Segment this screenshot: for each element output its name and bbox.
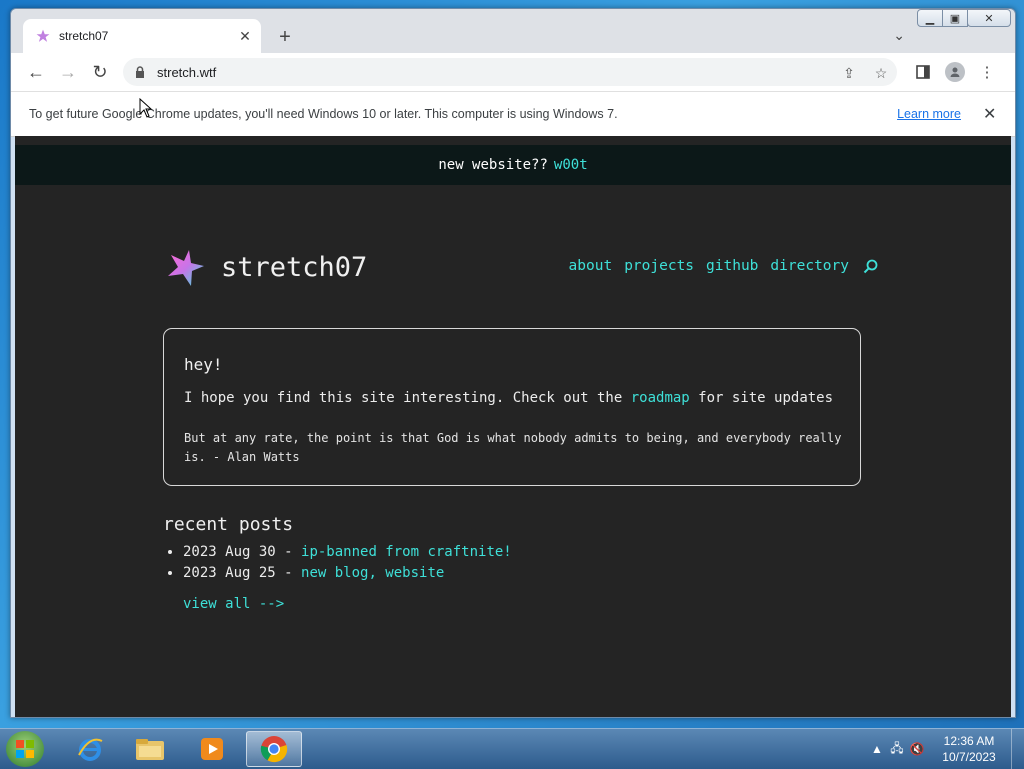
recent-posts-list: 2023 Aug 30 - ip-banned from craftnite! … [165,542,512,584]
star-logo-icon[interactable] [165,248,205,288]
share-icon[interactable]: ⇪ [833,64,865,82]
profile-avatar[interactable] [945,62,965,82]
nav-projects-link[interactable]: projects [624,258,694,274]
new-tab-button[interactable]: + [273,25,297,49]
nav-github-link[interactable]: github [706,258,758,274]
intro-text-before: I hope you find this site interesting. C… [184,390,631,406]
infobar-close-icon[interactable]: ✕ [983,104,999,124]
address-bar[interactable]: stretch.wtf ⇪ ☆ [123,58,897,86]
browser-window: stretch07 ✕ + ⌄ ▁ ▣ ✕ ← → ↻ stretch.wtf … [10,8,1016,718]
list-item: 2023 Aug 30 - ip-banned from craftnite! [183,542,512,563]
window-controls: ▁ ▣ ✕ [917,9,1011,27]
nav-directory-link[interactable]: directory [770,258,849,274]
post-link[interactable]: ip-banned from craftnite! [301,544,512,560]
person-icon [945,62,965,82]
star-favicon-icon [35,28,51,44]
post-date: 2023 Aug 30 [183,544,276,560]
intro-card: hey! I hope you find this site interesti… [163,328,861,486]
lock-icon [135,65,149,79]
web-page: new website?? w00t stretch07 about proje… [15,136,1011,717]
media-player-icon[interactable] [184,731,240,767]
recent-posts-heading: recent posts [163,514,294,535]
taskbar-clock[interactable]: 12:36 AM 10/7/2023 [933,733,1005,765]
nav-about-link[interactable]: about [569,258,613,274]
banner-accent: w00t [553,157,588,173]
mouse-cursor-icon [139,98,153,118]
site-title[interactable]: stretch07 [221,252,367,283]
back-arrow-icon[interactable]: ← [25,61,47,83]
browser-toolbar: ← → ↻ stretch.wtf ⇪ ☆ ⋮ [11,53,1015,91]
learn-more-link[interactable]: Learn more [897,107,961,121]
card-intro: I hope you find this site interesting. C… [184,390,833,406]
list-item: 2023 Aug 25 - new blog, website [183,563,512,584]
bookmark-star-icon[interactable]: ☆ [865,64,897,82]
side-panel-icon[interactable] [913,62,933,82]
system-tray: ▲ 🖧 🔇 12:36 AM 10/7/2023 [867,729,1024,769]
clock-time: 12:36 AM [943,734,995,748]
post-link[interactable]: new blog, website [301,565,444,581]
tray-overflow-icon[interactable]: ▲ [867,739,887,759]
volume-muted-icon[interactable]: 🔇 [907,739,927,759]
roadmap-link[interactable]: roadmap [631,390,690,406]
search-icon[interactable] [863,258,879,274]
clock-date: 10/7/2023 [942,750,996,764]
start-button[interactable] [6,731,44,767]
card-heading: hey! [184,355,223,374]
windows-taskbar: ▲ 🖧 🔇 12:36 AM 10/7/2023 [0,728,1024,769]
network-icon[interactable]: 🖧 [887,739,907,759]
internet-explorer-icon[interactable] [62,731,118,767]
tab-stretch07[interactable]: stretch07 ✕ [23,19,261,53]
file-explorer-icon[interactable] [122,731,178,767]
tab-strip: stretch07 ✕ + ⌄ [11,9,1015,53]
post-date: 2023 Aug 25 [183,565,276,581]
banner-text: new website?? [438,157,548,173]
tab-search-chevron-icon[interactable]: ⌄ [893,27,905,44]
chrome-taskbar-icon[interactable] [246,731,302,767]
tab-close-icon[interactable]: ✕ [235,26,255,46]
announcement-banner: new website?? w00t [15,145,1011,185]
tab-title: stretch07 [59,29,109,43]
maximize-button[interactable]: ▣ [942,9,968,27]
show-desktop-button[interactable] [1011,729,1024,769]
infobar-message: To get future Google Chrome updates, you… [29,107,618,121]
intro-text-after: for site updates [689,390,834,406]
reload-icon[interactable]: ↻ [89,61,111,83]
menu-kebab-icon[interactable]: ⋮ [977,62,997,82]
minimize-button[interactable]: ▁ [917,9,943,27]
alan-watts-quote: But at any rate, the point is that God i… [184,431,842,464]
site-nav: about projects github directory [557,258,879,274]
update-infobar: To get future Google Chrome updates, you… [11,91,1015,137]
url-text: stretch.wtf [157,64,217,80]
forward-arrow-icon[interactable]: → [57,61,79,83]
close-window-button[interactable]: ✕ [967,9,1011,27]
view-all-link[interactable]: view all --> [183,596,284,612]
